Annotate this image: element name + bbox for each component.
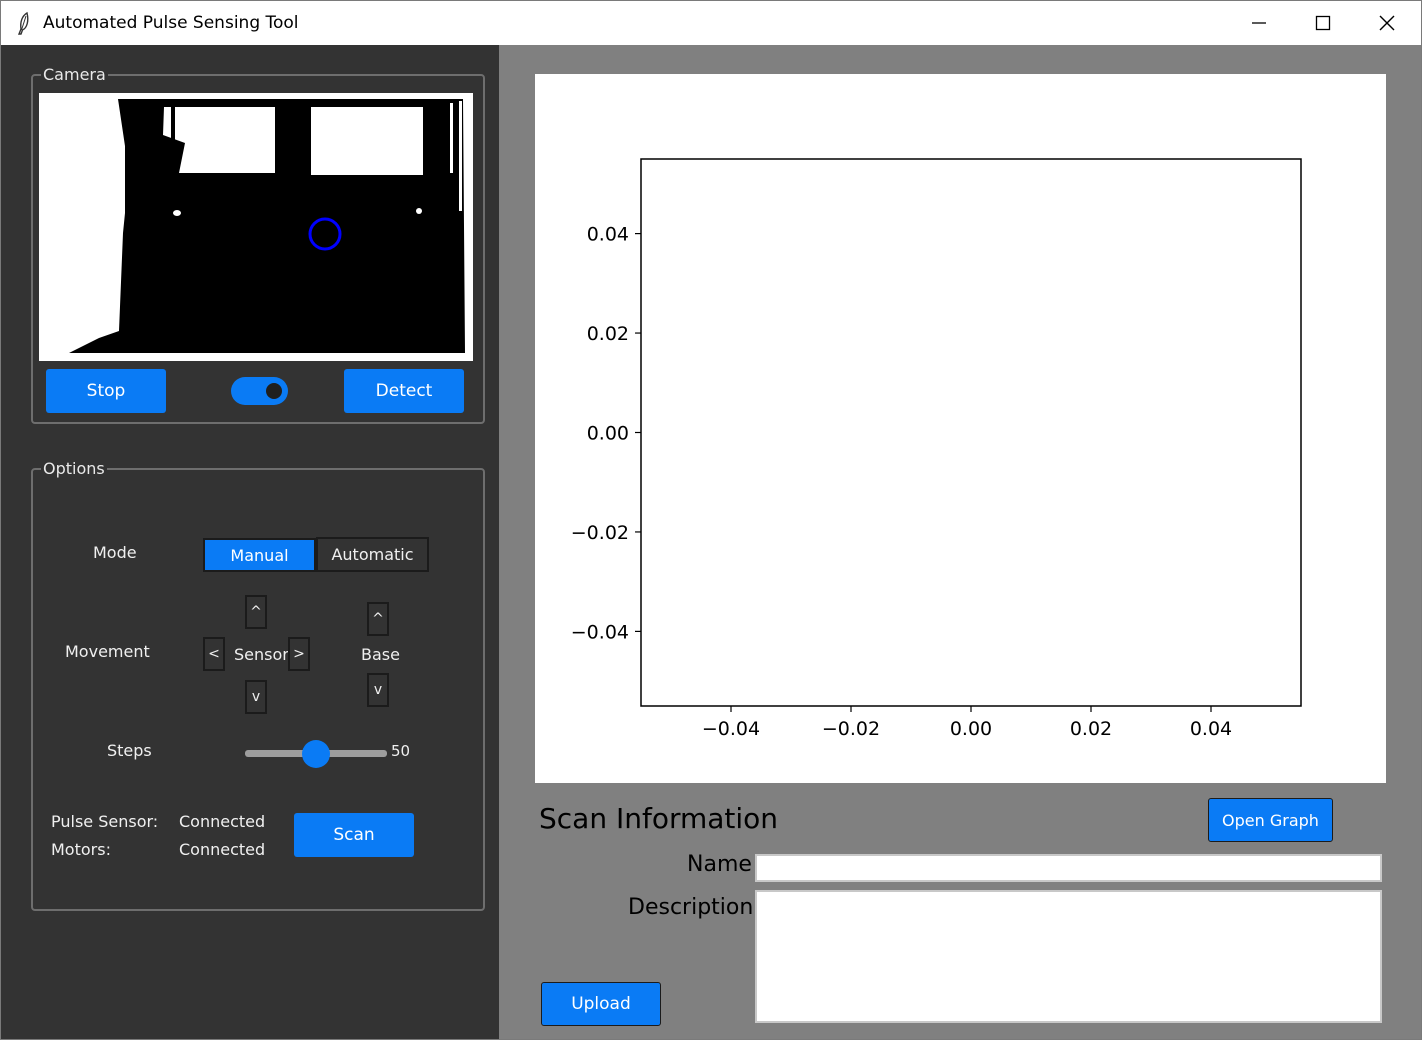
mode-label: Mode [93, 543, 137, 562]
scan-button[interactable]: Scan [294, 813, 414, 857]
steps-value: 50 [391, 742, 411, 760]
sensor-down-button[interactable]: v [245, 680, 267, 714]
name-input[interactable] [755, 854, 1382, 882]
minimize-icon [1252, 22, 1266, 24]
description-label: Description [628, 895, 754, 920]
x-tick-label: −0.04 [702, 718, 760, 740]
mode-manual-button[interactable]: Manual [203, 538, 316, 572]
feather-icon [17, 11, 29, 35]
y-tick-label: −0.02 [571, 522, 629, 544]
open-graph-button[interactable]: Open Graph [1208, 798, 1333, 842]
steps-slider[interactable] [245, 740, 387, 768]
detect-button[interactable]: Detect [344, 369, 464, 413]
app-window: Automated Pulse Sensing Tool Camera Stop… [0, 0, 1422, 1040]
upload-button[interactable]: Upload [541, 982, 661, 1026]
close-icon [1379, 15, 1395, 31]
graph-canvas: −0.04 −0.02 0.00 0.02 0.04 −0.04 −0.02 0.00 0.0… [535, 74, 1386, 783]
steps-slider-knob[interactable] [302, 740, 330, 768]
camera-group-label: Camera [41, 65, 108, 84]
pulse-sensor-status: Connected [179, 812, 266, 831]
motors-label: Motors: [51, 840, 111, 859]
sensor-left-button[interactable]: < [203, 637, 225, 671]
name-label: Name [687, 852, 752, 877]
x-tick-label: −0.02 [822, 718, 880, 740]
description-textarea[interactable] [755, 890, 1382, 1023]
title-bar: Automated Pulse Sensing Tool [1, 1, 1421, 45]
pulse-sensor-label: Pulse Sensor: [51, 812, 159, 831]
window-title: Automated Pulse Sensing Tool [43, 13, 299, 33]
scan-info-heading: Scan Information [539, 802, 779, 835]
base-down-button[interactable]: v [367, 673, 389, 707]
sensor-up-button[interactable]: ^ [245, 595, 267, 629]
close-button[interactable] [1355, 1, 1419, 45]
base-up-button[interactable]: ^ [367, 602, 389, 636]
stop-button[interactable]: Stop [46, 369, 166, 413]
y-tick-label: 0.00 [587, 423, 629, 445]
y-tick-label: −0.04 [571, 621, 629, 643]
sensor-label: Sensor [234, 645, 289, 664]
camera-feed [39, 93, 473, 361]
base-label: Base [361, 645, 400, 664]
toggle-knob [266, 383, 282, 399]
minimize-button[interactable] [1227, 1, 1291, 45]
maximize-button[interactable] [1291, 1, 1355, 45]
x-tick-label: 0.04 [1190, 718, 1232, 740]
graph-chart: −0.04 −0.02 0.00 0.02 0.04 −0.04 −0.02 0.00 0.0… [571, 158, 1302, 740]
y-tick-label: 0.04 [587, 224, 629, 246]
sensor-right-button[interactable]: > [288, 637, 310, 671]
camera-toggle[interactable] [231, 377, 288, 405]
plot-axes [640, 158, 1302, 707]
y-tick-label: 0.02 [587, 323, 629, 345]
x-tick-label: 0.02 [1070, 718, 1112, 740]
options-group-label: Options [41, 459, 107, 478]
steps-label: Steps [107, 741, 152, 760]
mode-automatic-button[interactable]: Automatic [316, 537, 429, 572]
maximize-icon [1315, 15, 1331, 31]
motors-status: Connected [179, 840, 266, 859]
x-tick-label: 0.00 [950, 718, 992, 740]
movement-label: Movement [65, 642, 150, 661]
